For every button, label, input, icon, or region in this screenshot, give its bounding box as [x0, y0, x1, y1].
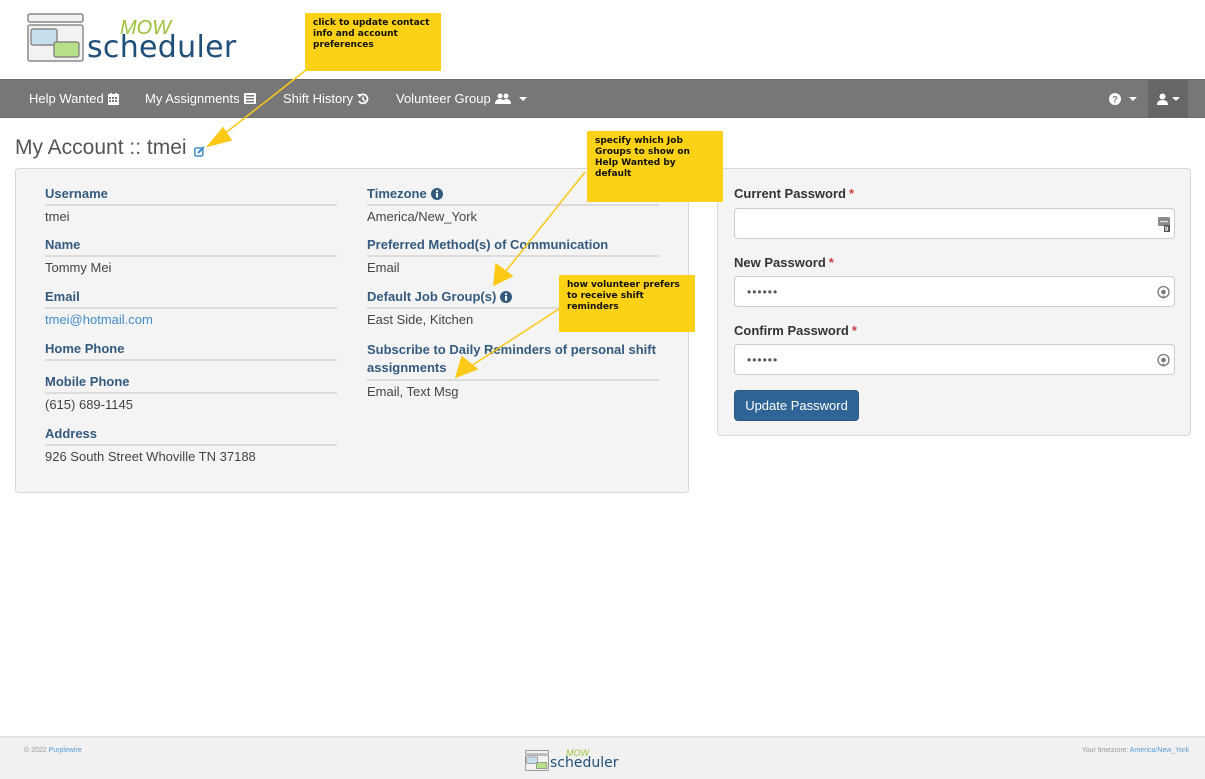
label-text: New Password [734, 255, 826, 270]
callout-reminders: how volunteer prefers to receive shift r… [559, 275, 695, 332]
nav-help-wanted[interactable]: Help Wanted [29, 80, 119, 117]
info-circle-icon[interactable] [500, 291, 513, 303]
field-label-text: Default Job Group(s) [367, 289, 497, 304]
nav-shift-history[interactable]: Shift History [283, 80, 369, 117]
field-label: Home Phone [45, 341, 337, 361]
change-password-panel: Current Password * 9 New Password * ••••••… [717, 168, 1191, 436]
field-name: Name Tommy Mei [45, 237, 337, 276]
field-value: tmei [45, 209, 70, 224]
field-value: Tommy Mei [45, 260, 112, 275]
new-password-input[interactable]: •••••• [734, 276, 1175, 307]
timezone-label: Your timezone: [1081, 747, 1129, 754]
input-value: •••••• [747, 284, 779, 299]
nav-volunteer-group-label: Volunteer Group [396, 91, 491, 106]
field-label-text: Timezone [367, 186, 427, 201]
page-footer: © 2022 Purplewire MOW scheduler Your tim… [0, 736, 1205, 779]
required-mark: * [848, 186, 855, 201]
field-communication: Preferred Method(s) of Communication Ema… [367, 237, 659, 276]
footer-logo: MOW scheduler [525, 748, 635, 772]
new-password-label: New Password * [734, 255, 834, 270]
field-email: Email tmei@hotmail.com [45, 289, 337, 328]
input-value: •••••• [747, 352, 779, 367]
nav-volunteer-group[interactable]: Volunteer Group [396, 80, 527, 117]
field-label: Email [45, 289, 337, 309]
footer-timezone: Your timezone: America/New_York [1082, 747, 1189, 754]
app-logo[interactable]: MOW scheduler [27, 13, 267, 65]
password-reveal-icon[interactable] [1157, 353, 1170, 366]
confirm-password-label: Confirm Password * [734, 323, 857, 338]
chevron-down-icon [1171, 96, 1180, 101]
field-label: Address [45, 426, 337, 446]
field-home-phone: Home Phone [45, 341, 337, 361]
list-alt-icon [243, 93, 256, 104]
logo-frame-icon [525, 750, 549, 771]
info-circle-icon[interactable] [430, 188, 443, 200]
field-label: Subscribe to Daily Reminders of personal… [367, 341, 659, 381]
field-value: Email [367, 260, 400, 275]
update-password-button[interactable]: Update Password [734, 390, 859, 421]
page-title: My Account :: tmei [15, 136, 205, 160]
field-value: Email, Text Msg [367, 384, 459, 399]
field-label: Mobile Phone [45, 374, 337, 394]
history-icon [357, 92, 369, 104]
user-icon [1156, 93, 1168, 105]
help-menu[interactable]: ? [1109, 80, 1137, 117]
chevron-down-icon [1129, 96, 1137, 101]
callout-edit-account: click to update contact info and account… [305, 13, 441, 71]
password-reveal-icon[interactable] [1157, 285, 1170, 298]
callout-job-groups: specify which Job Groups to show on Help… [587, 131, 723, 202]
svg-text:?: ? [1112, 94, 1118, 104]
footer-copyright: © 2022 Purplewire [24, 747, 82, 754]
field-value: 926 South Street Whoville TN 37188 [45, 449, 256, 464]
svg-text:9: 9 [1165, 227, 1169, 232]
nav-my-assignments-label: My Assignments [145, 91, 240, 106]
field-daily-reminders: Subscribe to Daily Reminders of personal… [367, 341, 659, 400]
nav-my-assignments[interactable]: My Assignments [145, 80, 256, 117]
email-link[interactable]: tmei@hotmail.com [45, 312, 337, 328]
main-navbar: Help Wanted My Assignments Shift History… [0, 79, 1205, 118]
copyright-text: © 2022 [24, 747, 47, 754]
confirm-password-input[interactable]: •••••• [734, 344, 1175, 375]
nav-shift-history-label: Shift History [283, 91, 354, 106]
chevron-down-icon [518, 96, 527, 101]
label-text: Confirm Password [734, 323, 849, 338]
nav-help-wanted-label: Help Wanted [29, 91, 104, 106]
current-password-label: Current Password * [734, 186, 854, 201]
field-label: Preferred Method(s) of Communication [367, 237, 659, 257]
field-address: Address 926 South Street Whoville TN 371… [45, 426, 337, 465]
required-mark: * [828, 255, 834, 270]
password-manager-icon[interactable]: 9 [1158, 216, 1170, 232]
field-mobile-phone: Mobile Phone (615) 689-1145 [45, 374, 337, 413]
edit-icon[interactable] [193, 145, 205, 157]
arrow-head-edit [205, 126, 233, 148]
logo-wordmark: scheduler [87, 30, 237, 65]
company-link[interactable]: Purplewire [49, 747, 82, 754]
users-icon [494, 93, 511, 104]
current-password-input[interactable]: 9 [734, 208, 1175, 239]
label-text: Current Password [734, 186, 846, 201]
required-mark: * [851, 323, 857, 338]
logo-frame-icon [27, 13, 84, 62]
timezone-link[interactable]: America/New_York [1130, 747, 1189, 754]
user-menu[interactable] [1148, 80, 1188, 117]
question-circle-icon: ? [1109, 92, 1121, 105]
field-label: Username [45, 186, 337, 206]
logo-wordmark: scheduler [550, 755, 619, 771]
page-title-text: My Account :: tmei [15, 136, 187, 159]
field-username: Username tmei [45, 186, 337, 225]
field-value: (615) 689-1145 [45, 397, 133, 412]
field-label: Name [45, 237, 337, 257]
field-value: America/New_York [367, 209, 478, 224]
calendar-icon [107, 92, 119, 105]
